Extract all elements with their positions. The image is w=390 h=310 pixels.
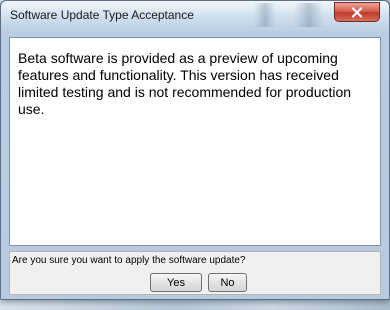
dialog-title: Software Update Type Acceptance (10, 8, 194, 22)
dialog-window: Software Update Type Acceptance Beta sof… (0, 0, 390, 300)
close-icon (351, 6, 363, 18)
beta-warning-message: Beta software is provided as a preview o… (18, 50, 352, 117)
no-button[interactable]: No (208, 273, 247, 292)
title-bar-glass-streak (254, 3, 276, 27)
confirmation-panel: Are you sure you want to apply the softw… (9, 251, 381, 295)
message-panel: Beta software is provided as a preview o… (9, 37, 381, 246)
title-bar-glass-streak (294, 3, 324, 27)
confirmation-question: Are you sure you want to apply the softw… (12, 255, 246, 266)
title-bar[interactable]: Software Update Type Acceptance (1, 1, 389, 31)
yes-button[interactable]: Yes (150, 273, 202, 292)
close-button[interactable] (334, 2, 380, 22)
